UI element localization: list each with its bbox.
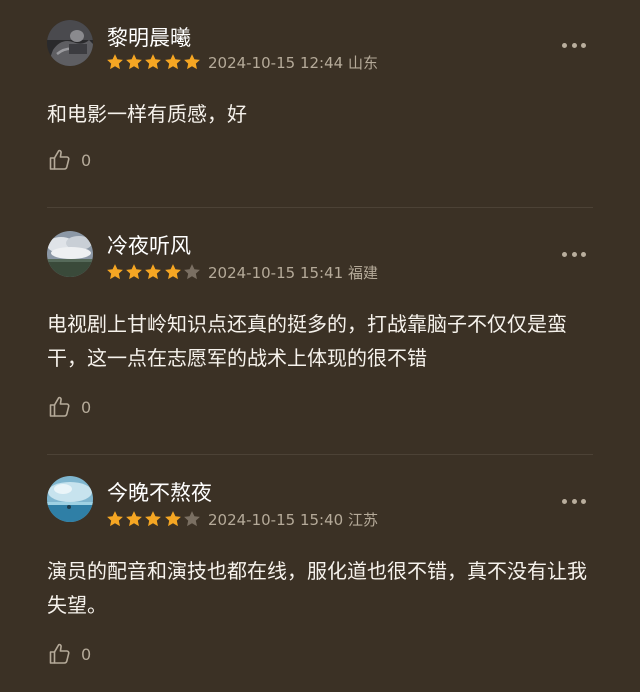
star-rating	[106, 263, 202, 283]
like-count: 0	[81, 644, 92, 664]
star-empty-icon	[183, 511, 200, 527]
username[interactable]: 冷夜听风	[107, 233, 191, 259]
thumbs-up-icon	[49, 396, 70, 417]
star-icon	[126, 511, 143, 527]
avatar[interactable]	[47, 20, 93, 66]
star-icon	[126, 264, 143, 280]
comment-datetime: 2024-10-15 15:41	[208, 264, 344, 282]
more-options-icon[interactable]	[562, 249, 586, 259]
star-rating	[106, 53, 202, 73]
username[interactable]: 黎明晨曦	[107, 25, 191, 51]
more-options-icon[interactable]	[562, 496, 586, 506]
star-icon	[183, 54, 200, 70]
comment-datetime: 2024-10-15 12:44	[208, 54, 344, 72]
comment-location: 山东	[347, 54, 378, 72]
star-icon	[126, 54, 143, 70]
comment-text: 和电影一样有质感，好	[47, 102, 247, 126]
star-icon	[107, 54, 123, 70]
thumbs-up-icon	[49, 643, 70, 664]
comment-location: 福建	[347, 264, 378, 282]
thumbs-up-icon	[49, 149, 70, 170]
star-icon	[107, 511, 123, 527]
star-empty-icon	[183, 264, 200, 280]
like-button[interactable]: 0	[48, 147, 91, 173]
username[interactable]: 今晚不熬夜	[107, 480, 212, 506]
star-rating	[106, 510, 202, 530]
star-icon	[164, 264, 181, 280]
divider	[47, 207, 593, 208]
like-count: 0	[81, 150, 92, 170]
star-icon	[107, 264, 123, 280]
comment-text: 演员的配音和演技也都在线，服化道也很不错，真不没有让我失望。	[47, 559, 587, 617]
like-button[interactable]: 0	[48, 394, 91, 420]
comment-list: 黎明晨曦 2024-10-15 12:44 山东 和电影一样有质感，好 0 冷夜…	[0, 0, 640, 692]
star-icon	[145, 511, 162, 527]
star-icon	[164, 54, 181, 70]
comment-meta: 2024-10-15 15:41 福建	[208, 264, 378, 282]
star-icon	[164, 511, 181, 527]
comment-datetime: 2024-10-15 15:40	[208, 511, 344, 529]
divider	[47, 454, 593, 455]
comment-meta: 2024-10-15 15:40 江苏	[208, 511, 378, 529]
star-icon	[145, 54, 162, 70]
like-count: 0	[81, 397, 92, 417]
star-icon	[145, 264, 162, 280]
like-button[interactable]: 0	[48, 641, 91, 667]
more-options-icon[interactable]	[562, 40, 586, 50]
avatar[interactable]	[47, 476, 93, 522]
avatar[interactable]	[47, 231, 93, 277]
comment-location: 江苏	[347, 511, 378, 529]
comment-meta: 2024-10-15 12:44 山东	[208, 54, 378, 72]
comment-text: 电视剧上甘岭知识点还真的挺多的，打战靠脑子不仅仅是蛮干，这一点在志愿军的战术上体…	[47, 312, 567, 370]
